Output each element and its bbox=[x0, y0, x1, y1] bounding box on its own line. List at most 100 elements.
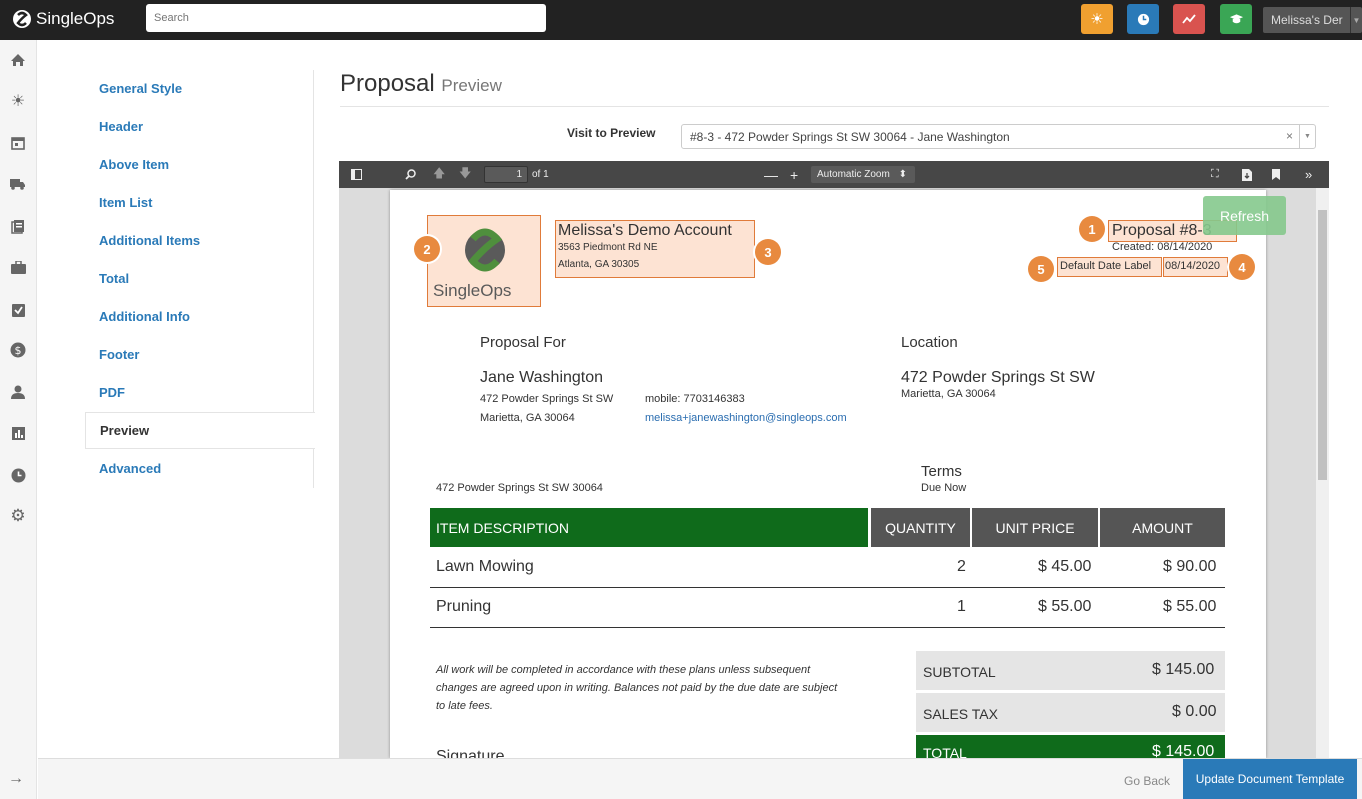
app-logo[interactable]: SingleOps bbox=[12, 8, 114, 30]
clear-icon[interactable]: × bbox=[1286, 129, 1293, 143]
search-input[interactable] bbox=[146, 4, 546, 32]
menu-total[interactable]: Total bbox=[85, 260, 314, 297]
page-title: Proposal Preview bbox=[340, 70, 502, 98]
zoom-select[interactable]: Automatic Zoom ⬍ bbox=[811, 166, 915, 183]
expand-arrow-icon[interactable]: → bbox=[8, 770, 24, 788]
sun-icon[interactable]: ☀ bbox=[8, 91, 28, 111]
history-icon[interactable] bbox=[8, 465, 28, 485]
proposal-for-heading: Proposal For bbox=[480, 334, 566, 351]
briefcase-icon[interactable] bbox=[8, 257, 28, 277]
total-value: $ 145.00 bbox=[1152, 743, 1215, 758]
client-name: Jane Washington bbox=[480, 369, 604, 386]
more-tools-icon[interactable]: » bbox=[1305, 161, 1312, 188]
col-quantity: QUANTITY bbox=[871, 508, 970, 547]
fullscreen-icon[interactable]: ⛶ bbox=[1211, 161, 1219, 188]
prev-page-icon[interactable]: 🡅 bbox=[433, 161, 445, 188]
refresh-button[interactable]: Refresh bbox=[1203, 196, 1286, 235]
menu-preview[interactable]: Preview bbox=[85, 412, 315, 449]
subtotal-value: $ 145.00 bbox=[1152, 661, 1215, 678]
terms-value: Due Now bbox=[921, 482, 967, 494]
col-unit-price: UNIT PRICE bbox=[972, 508, 1098, 547]
menu-pdf[interactable]: PDF bbox=[85, 374, 314, 411]
reports-button[interactable] bbox=[1173, 4, 1205, 34]
menu-footer[interactable]: Footer bbox=[85, 336, 314, 373]
sales-tax-label: SALES TAX bbox=[923, 706, 998, 722]
page-subtitle: Preview bbox=[441, 76, 502, 95]
zoom-in-icon[interactable]: + bbox=[790, 161, 798, 188]
visit-select-value: #8-3 - 472 Powder Springs St SW 30064 - … bbox=[690, 130, 1010, 144]
terms-heading: Terms bbox=[921, 463, 962, 480]
proposal-title: Proposal #8-3 bbox=[1112, 222, 1212, 239]
menu-header[interactable]: Header bbox=[85, 108, 314, 145]
sidebar-toggle-icon[interactable] bbox=[351, 161, 362, 188]
chevron-down-icon: ▼ bbox=[1350, 7, 1362, 33]
page-number-input[interactable]: 1 bbox=[484, 166, 528, 183]
total-label: TOTAL bbox=[923, 745, 967, 758]
subtotal-label: SUBTOTAL bbox=[923, 664, 996, 680]
client-address1: 472 Powder Springs St SW bbox=[480, 393, 614, 405]
top-bar: SingleOps ☀ Melissa's Der ▼ bbox=[0, 0, 1362, 40]
go-back-link[interactable]: Go Back bbox=[1124, 774, 1170, 788]
bar-chart-icon[interactable] bbox=[8, 423, 28, 443]
user-name: Melissa's Der bbox=[1271, 13, 1343, 27]
menu-above-item[interactable]: Above Item bbox=[85, 146, 314, 183]
calendar-icon[interactable] bbox=[8, 133, 28, 153]
row-divider bbox=[430, 587, 1225, 588]
company-address2: Atlanta, GA 30305 bbox=[558, 259, 640, 270]
time-button[interactable] bbox=[1127, 4, 1159, 34]
documents-icon[interactable] bbox=[8, 216, 28, 236]
user-icon[interactable] bbox=[8, 382, 28, 402]
client-email-link[interactable]: melissa+janewashington@singleops.com bbox=[645, 412, 847, 424]
update-document-template-button[interactable]: Update Document Template bbox=[1183, 759, 1357, 799]
pdf-scrollbar-thumb[interactable] bbox=[1318, 210, 1327, 480]
client-mobile: mobile: 7703146383 bbox=[645, 393, 745, 405]
home-icon[interactable] bbox=[8, 50, 28, 70]
chevron-icon: ⬍ bbox=[898, 169, 907, 180]
search-icon[interactable] bbox=[405, 161, 416, 188]
graduation-cap-icon bbox=[1229, 14, 1243, 24]
callout-badge-1: 1 bbox=[1079, 216, 1105, 242]
client-address2: Marietta, GA 30064 bbox=[480, 412, 575, 424]
dollar-icon[interactable]: $ bbox=[8, 340, 28, 360]
chevron-down-icon[interactable]: ▼ bbox=[1299, 125, 1315, 148]
menu-general-style[interactable]: General Style bbox=[85, 70, 314, 107]
singleops-logo-icon bbox=[13, 10, 31, 28]
training-button[interactable] bbox=[1220, 4, 1252, 34]
created-date: Created: 08/14/2020 bbox=[1112, 241, 1213, 253]
zoom-out-icon[interactable]: — bbox=[764, 161, 778, 188]
terms-note-line3: to late fees. bbox=[436, 700, 493, 712]
menu-additional-items[interactable]: Additional Items bbox=[85, 222, 314, 259]
weather-button[interactable]: ☀ bbox=[1081, 4, 1113, 34]
left-nav: ☀ $ ⚙ bbox=[0, 40, 37, 799]
callout-badge-2: 2 bbox=[414, 236, 440, 262]
template-section-menu: General Style Header Above Item Item Lis… bbox=[85, 70, 315, 488]
user-menu[interactable]: Melissa's Der ▼ bbox=[1263, 7, 1362, 33]
page-count: of 1 bbox=[532, 169, 549, 180]
row1-description: Lawn Mowing bbox=[436, 558, 534, 575]
row2-quantity: 1 bbox=[957, 598, 966, 615]
terms-note-line1: All work will be completed in accordance… bbox=[436, 664, 811, 676]
visit-label: Visit to Preview bbox=[567, 126, 656, 140]
menu-advanced[interactable]: Advanced bbox=[85, 450, 314, 487]
date-label: Default Date Label bbox=[1060, 260, 1152, 272]
bookmark-icon[interactable] bbox=[1272, 161, 1280, 188]
sun-icon: ☀ bbox=[1090, 11, 1104, 28]
truck-icon[interactable] bbox=[8, 174, 28, 194]
row1-unit-price: $ 45.00 bbox=[1038, 558, 1092, 575]
svg-text:$: $ bbox=[15, 344, 22, 357]
location-name: 472 Powder Springs St SW bbox=[901, 369, 1095, 386]
download-icon[interactable] bbox=[1242, 161, 1252, 188]
location-heading: Location bbox=[901, 334, 958, 351]
sales-tax-value: $ 0.00 bbox=[1172, 703, 1217, 720]
menu-additional-info[interactable]: Additional Info bbox=[85, 298, 314, 335]
visit-select[interactable]: #8-3 - 472 Powder Springs St SW 30064 - … bbox=[681, 124, 1316, 149]
menu-item-list[interactable]: Item List bbox=[85, 184, 314, 221]
zoom-value: Automatic Zoom bbox=[817, 169, 890, 180]
site-address: 472 Powder Springs St SW 30064 bbox=[436, 482, 603, 494]
logo-text: SingleOps bbox=[433, 281, 512, 300]
chart-line-icon bbox=[1182, 14, 1196, 24]
divider bbox=[340, 106, 1329, 107]
clipboard-check-icon[interactable] bbox=[8, 299, 28, 319]
next-page-icon[interactable]: 🡇 bbox=[459, 161, 471, 188]
gear-icon[interactable]: ⚙ bbox=[8, 506, 28, 526]
